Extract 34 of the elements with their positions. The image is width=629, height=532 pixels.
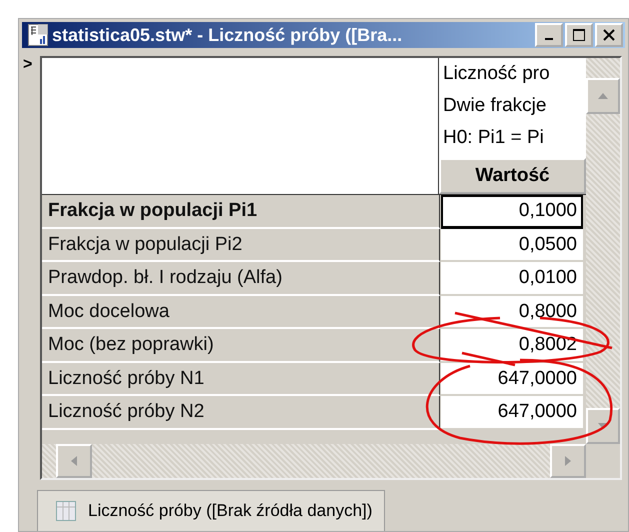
close-button[interactable] — [595, 23, 623, 48]
scroll-down-icon[interactable] — [598, 423, 608, 430]
table-cell[interactable]: 647,0000 — [441, 362, 583, 396]
maximize-button[interactable] — [565, 23, 593, 48]
minimize-button[interactable] — [535, 23, 563, 48]
strike-line — [462, 352, 516, 366]
header-text: H0: Pi1 = Pi — [442, 126, 544, 150]
row-header: Liczność próby N2 — [42, 396, 440, 430]
table-cell[interactable]: 0,0500 — [441, 228, 583, 262]
minimize-icon — [545, 38, 553, 40]
row-header: Moc docelowa — [42, 296, 440, 330]
table-cell[interactable]: 0,1000 — [441, 195, 583, 229]
close-icon — [602, 28, 616, 42]
table-cell[interactable]: 647,0000 — [441, 396, 583, 430]
row-header: Frakcja w populacji Pi1 — [42, 195, 440, 229]
column-header: Wartość — [439, 158, 586, 194]
scroll-right-icon[interactable] — [565, 456, 571, 466]
row-header: Frakcja w populacji Pi2 — [42, 228, 440, 262]
row-marker: > — [23, 56, 34, 76]
row-header: Liczność próby N1 — [42, 362, 440, 396]
maximize-icon — [572, 28, 586, 42]
table-cell[interactable]: 0,0100 — [441, 262, 583, 296]
scroll-left-icon[interactable] — [71, 456, 77, 466]
spreadsheet-icon — [56, 501, 76, 522]
horizontal-scrollbar[interactable] — [42, 444, 586, 478]
vertical-scrollbar[interactable] — [586, 58, 620, 444]
window-title: statistica05.stw* - Liczność próby ([Bra... — [52, 24, 404, 46]
row-header: Prawdop. bł. I rodzaju (Alfa) — [42, 262, 440, 296]
sheet-tab[interactable]: Liczność próby ([Brak źródła danych]) — [37, 490, 386, 531]
header-text: Liczność pro — [442, 62, 550, 86]
scroll-up-icon[interactable] — [598, 93, 608, 100]
row-header: Moc (bez poprawki) — [42, 329, 440, 363]
header-text: Dwie frakcje — [442, 94, 546, 118]
document-chart-icon — [28, 24, 48, 46]
